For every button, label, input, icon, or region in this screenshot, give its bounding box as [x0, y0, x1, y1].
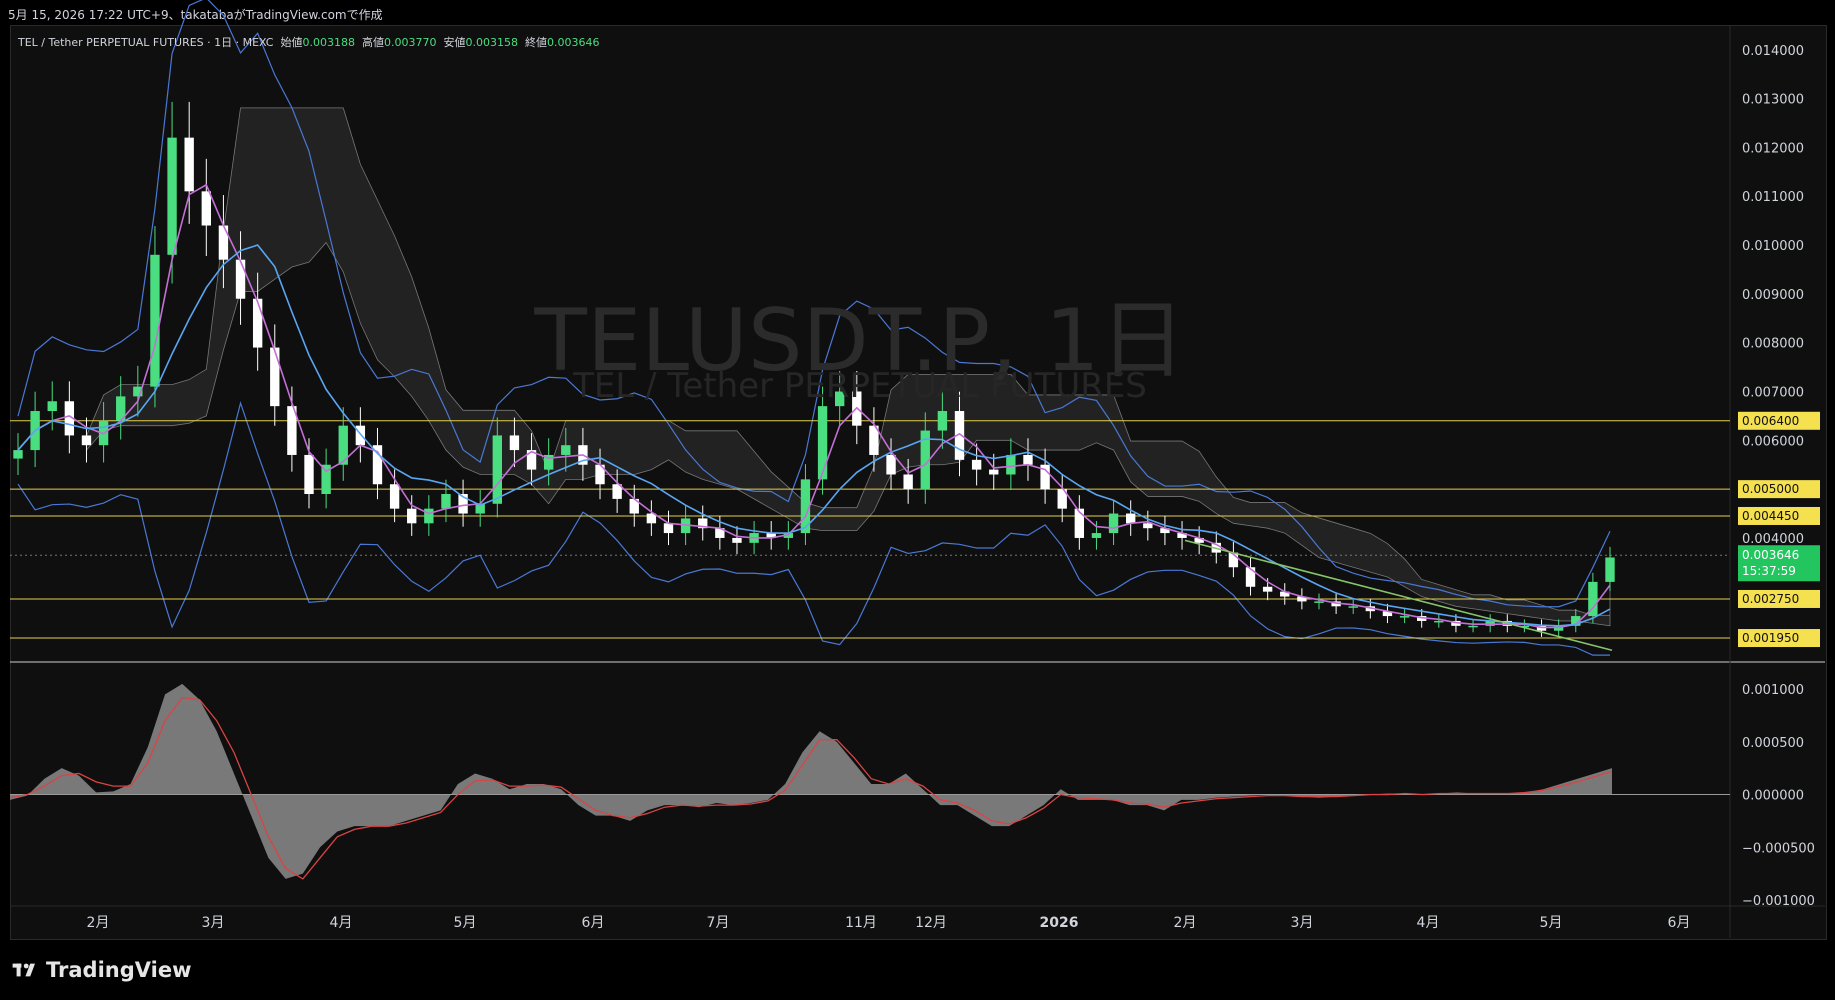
- ohlc-legend: TEL / Tether PERPETUAL FUTURES · 1日 · ME…: [18, 34, 599, 50]
- legend-open-label: 始値: [280, 36, 303, 49]
- candle-body: [304, 454, 314, 495]
- time-tick-label: 3月: [1291, 915, 1314, 931]
- candle-body: [937, 411, 948, 431]
- candle-body: [509, 435, 520, 451]
- price-tick-label: 0.010000: [1742, 239, 1804, 254]
- price-axis: 0.006400 0.005000 0.004450 0.002750 0.001950…: [1738, 44, 1820, 909]
- brand-name: TradingView: [46, 958, 192, 982]
- candle-body: [201, 191, 211, 226]
- countdown-label: 15:37:59: [1742, 564, 1796, 578]
- legend-close-label: 終値: [524, 36, 547, 49]
- time-tick-label: 5月: [454, 915, 477, 931]
- time-tick-label: 4月: [330, 915, 353, 931]
- candle-body: [1108, 513, 1119, 534]
- time-tick-label: 6月: [582, 915, 605, 931]
- candle-body: [1314, 601, 1324, 603]
- macd-pane: [9, 683, 1730, 880]
- price-tick-label: 0.008000: [1742, 337, 1804, 352]
- candle-body: [1399, 616, 1410, 618]
- time-tick-label: 6月: [1668, 915, 1691, 931]
- candle-body: [492, 435, 502, 504]
- legend-close-value: 0.003646: [546, 36, 600, 49]
- legend-low-label: 安値: [443, 36, 466, 49]
- candle-body: [989, 469, 999, 475]
- price-tick-label: 0.006000: [1742, 434, 1804, 449]
- time-axis: 2月 3月 4月 5月 6月 7月 11月 12月 2026 2月 3月 4月 5月 6月: [87, 915, 1691, 931]
- time-tick-label: 3月: [202, 915, 225, 931]
- time-tick-label: 4月: [1417, 915, 1440, 931]
- level-label: 0.005000: [1742, 482, 1799, 496]
- price-tick-label: 0.013000: [1742, 93, 1804, 108]
- candle-body: [663, 523, 674, 534]
- candle-body: [1091, 533, 1102, 538]
- price-tick-label: 0.009000: [1742, 288, 1804, 303]
- level-label: 0.001950: [1742, 631, 1799, 645]
- candle-body: [424, 508, 434, 524]
- macd-tick-label: 0.000000: [1742, 789, 1804, 804]
- candle-body: [817, 406, 828, 480]
- candle-body: [1245, 567, 1256, 587]
- legend-high-value: 0.003770: [383, 36, 437, 49]
- candle-body: [1074, 508, 1085, 538]
- symbol-description-watermark: TEL / Tether PERPETUAL FUTURES: [573, 366, 1147, 406]
- time-tick-label: 2026: [1040, 915, 1079, 931]
- level-label: 0.002750: [1742, 592, 1799, 606]
- macd-tick-label: 0.000500: [1742, 736, 1804, 751]
- price-tick-label: 0.012000: [1742, 141, 1804, 156]
- candle-body: [389, 484, 400, 509]
- time-tick-label: 2月: [1174, 915, 1197, 931]
- candle-body: [971, 459, 982, 470]
- candle-body: [732, 537, 742, 543]
- tradingview-logo[interactable]: TradingView: [12, 958, 191, 982]
- candle-body: [1434, 620, 1444, 623]
- macd-tick-label: −0.000500: [1742, 841, 1815, 856]
- candle-body: [355, 425, 366, 446]
- legend-symbol: TEL / Tether PERPETUAL FUTURES · 1日 · ME…: [18, 36, 274, 49]
- legend-high-label: 高値: [361, 36, 384, 49]
- candle-body: [1348, 606, 1358, 608]
- legend-low-value: 0.003158: [465, 36, 518, 49]
- candle-body: [886, 454, 896, 475]
- time-tick-label: 2月: [87, 915, 110, 931]
- level-label: 0.006400: [1742, 414, 1799, 428]
- candle-body: [1262, 586, 1273, 592]
- candle-body: [13, 450, 23, 459]
- tradingview-logo-icon: [12, 963, 35, 977]
- candle-body: [167, 137, 177, 255]
- price-tick-label: 0.004000: [1742, 532, 1804, 547]
- price-tick-label: 0.007000: [1742, 385, 1804, 400]
- candle-body: [1126, 513, 1136, 524]
- candle-body: [81, 435, 92, 446]
- macd-histogram: [10, 683, 1612, 879]
- candle-body: [561, 445, 571, 455]
- last-price-label: 0.003646: [1742, 548, 1799, 562]
- time-tick-label: 7月: [707, 915, 730, 931]
- candle-body: [1023, 454, 1033, 465]
- macd-tick-label: 0.001000: [1742, 683, 1804, 698]
- candle-body: [1143, 523, 1153, 529]
- time-tick-label: 5月: [1540, 915, 1563, 931]
- candle-body: [441, 494, 451, 509]
- legend-open-value: 0.003188: [302, 36, 355, 49]
- time-tick-label: 12月: [915, 915, 947, 931]
- candle-body: [1006, 454, 1016, 475]
- candle-body: [407, 508, 417, 524]
- candle-body: [903, 474, 913, 490]
- price-tick-label: 0.011000: [1742, 190, 1804, 205]
- time-tick-label: 11月: [845, 915, 877, 931]
- candle-body: [184, 137, 194, 192]
- level-label: 0.004450: [1742, 509, 1799, 523]
- price-tick-label: 0.014000: [1742, 44, 1804, 59]
- candle-body: [1468, 625, 1478, 628]
- price-chart-canvas[interactable]: 0.006400 0.005000 0.004450 0.002750 0.001950…: [0, 0, 1835, 1000]
- macd-tick-label: −0.001000: [1742, 894, 1815, 909]
- candle-body: [1605, 557, 1615, 582]
